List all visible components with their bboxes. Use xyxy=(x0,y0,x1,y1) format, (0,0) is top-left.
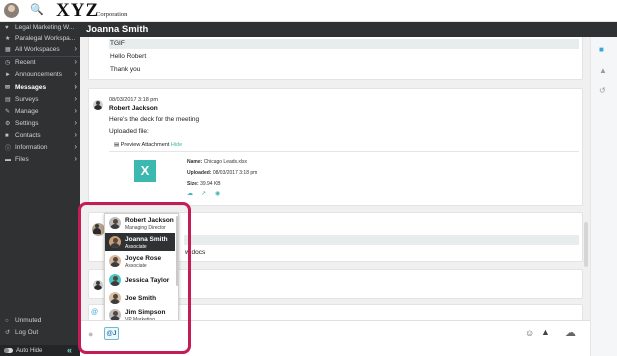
sidebar-item-logout[interactable]: ↺ Log Out xyxy=(0,327,80,338)
conversation-header: Joanna Smith xyxy=(80,22,590,37)
message-line: TGIF xyxy=(110,40,125,47)
chevron-right-icon: › xyxy=(74,130,77,139)
sidebar-item-label: Announcements xyxy=(15,71,62,78)
preview-attachment: ▤ Preview Attachment Hide xyxy=(114,142,182,148)
exit-icon[interactable]: ↺ xyxy=(599,86,606,95)
message-author: Robert Jackson xyxy=(109,105,158,112)
sidebar-item-label: Surveys xyxy=(15,96,39,103)
sidebar-item-manage[interactable]: ✎ Manage › xyxy=(0,106,80,117)
gear-icon: ⚙ xyxy=(5,121,11,127)
logo: XYZ xyxy=(56,0,100,21)
survey-icon: ▤ xyxy=(5,97,11,103)
file-size: Size: 39.94 KB xyxy=(187,181,221,187)
sidebar-item-label: Log Out xyxy=(15,329,39,336)
video-icon[interactable]: ■ xyxy=(599,45,604,54)
sidebar-item-label: Settings xyxy=(15,120,39,127)
sidebar: ♥ Legal Marketing W... ★ Paralegal Works… xyxy=(0,22,80,356)
document-icon: ▤ xyxy=(114,142,120,148)
message-text: Here's the deck for the meeting xyxy=(109,116,200,123)
sidebar-item-all-workspaces[interactable]: ▦ All Workspaces › xyxy=(0,44,80,55)
sidebar-item-label: Contacts xyxy=(15,132,41,139)
hide-link[interactable]: Hide xyxy=(171,142,182,148)
bell-icon[interactable]: ▲ xyxy=(599,66,607,75)
sidebar-item-messages[interactable]: ✉ Messages › xyxy=(0,82,80,93)
sidebar-item-label: Legal Marketing W... xyxy=(15,24,75,31)
highlight-row xyxy=(184,235,579,245)
view-icon[interactable]: ◉ xyxy=(215,190,220,197)
file-name: Name: Chicago Leads.xlsx xyxy=(187,159,248,165)
sidebar-item-recent[interactable]: ◷ Recent › xyxy=(0,57,80,68)
logout-icon: ↺ xyxy=(5,330,11,336)
highlight-row xyxy=(109,39,579,49)
pencil-icon: ✎ xyxy=(5,109,11,115)
message-icon: ✉ xyxy=(5,85,11,91)
sidebar-item-files[interactable]: ▬ Files › xyxy=(0,154,80,165)
star-icon: ★ xyxy=(5,36,11,42)
clock-icon: ◷ xyxy=(5,60,11,66)
sidebar-item-contacts[interactable]: ■ Contacts › xyxy=(0,130,80,141)
top-bar: 🔍 XYZ Corporation xyxy=(0,0,617,22)
sidebar-item-label: Manage xyxy=(15,108,39,115)
collapse-sidebar-icon[interactable]: « xyxy=(67,345,72,355)
sidebar-item-surveys[interactable]: ▤ Surveys › xyxy=(0,94,80,105)
uploaded-label: Uploaded file: xyxy=(109,128,149,135)
chevron-right-icon: › xyxy=(74,69,77,78)
message-line: Thank you xyxy=(110,66,141,73)
sidebar-item-legal-marketing[interactable]: ♥ Legal Marketing W... xyxy=(0,22,80,33)
chevron-right-icon: › xyxy=(74,106,77,115)
excel-file-icon[interactable]: X xyxy=(134,160,156,182)
feed-scrollbar[interactable] xyxy=(584,222,588,267)
auto-hide-toggle[interactable] xyxy=(4,348,13,353)
share-icon[interactable]: ↗ xyxy=(201,190,206,197)
folder-icon: ▬ xyxy=(5,156,11,163)
preview-attachment-label: Preview Attachment xyxy=(120,142,170,148)
logo-subtitle: Corporation xyxy=(96,11,128,18)
right-rail: ■ ▲ ↺ xyxy=(590,37,617,356)
page-title: Joanna Smith xyxy=(86,24,149,35)
header-right xyxy=(590,22,617,37)
message-card: 08/03/2017 3:18 pm Robert Jackson Here's… xyxy=(88,88,583,206)
info-icon: ⓘ xyxy=(5,146,12,152)
heart-icon: ♥ xyxy=(5,24,9,31)
sidebar-item-paralegal[interactable]: ★ Paralegal Workspa... xyxy=(0,33,80,44)
bell-icon: ○ xyxy=(5,317,9,324)
sidebar-item-label: Messages xyxy=(15,84,47,91)
chevron-right-icon: › xyxy=(74,82,77,91)
auto-hide-label: Auto Hide xyxy=(16,347,43,354)
divider xyxy=(109,151,579,152)
search-icon[interactable]: 🔍 xyxy=(30,3,44,16)
megaphone-icon: ► xyxy=(5,71,11,78)
user-avatar[interactable] xyxy=(4,3,19,18)
sidebar-item-settings[interactable]: ⚙ Settings › xyxy=(0,118,80,129)
sidebar-item-announcements[interactable]: ► Announcements › xyxy=(0,69,80,80)
emoji-icon[interactable]: ☺ xyxy=(525,328,534,338)
app-window: 🔍 XYZ Corporation ♥ Legal Marketing W...… xyxy=(0,0,617,356)
message-card: TGIF Hello Robert Thank you xyxy=(88,37,583,80)
message-date: 08/03/2017 3:18 pm xyxy=(109,97,158,103)
alert-icon[interactable]: ▲ xyxy=(541,327,550,337)
upload-cloud-icon[interactable]: ☁ xyxy=(565,326,576,339)
auto-hide-bar: Auto Hide « xyxy=(0,345,80,356)
sidebar-item-information[interactable]: ⓘ Information › xyxy=(0,142,80,153)
sidebar-item-label: Unmuted xyxy=(15,317,42,324)
chevron-right-icon: › xyxy=(74,118,77,127)
sidebar-item-label: Files xyxy=(15,156,29,163)
sidebar-item-label: All Workspaces xyxy=(15,46,60,53)
chevron-right-icon: › xyxy=(74,154,77,163)
avatar xyxy=(93,100,103,110)
sidebar-item-unmuted[interactable]: ○ Unmuted xyxy=(0,315,80,326)
chevron-right-icon: › xyxy=(74,57,77,66)
highlight-annotation xyxy=(78,202,191,354)
message-line: Hello Robert xyxy=(110,53,147,60)
grid-icon: ▦ xyxy=(5,47,11,53)
download-icon[interactable]: ☁ xyxy=(187,190,193,197)
chevron-right-icon: › xyxy=(74,94,77,103)
contacts-icon: ■ xyxy=(5,132,9,139)
sidebar-item-label: Paralegal Workspa... xyxy=(15,35,76,42)
file-uploaded: Uploaded: 08/03/2017 3:18 pm xyxy=(187,170,258,176)
sidebar-item-label: Information xyxy=(15,144,48,151)
chevron-right-icon: › xyxy=(74,142,77,151)
sidebar-item-label: Recent xyxy=(15,59,36,66)
chevron-right-icon: › xyxy=(74,44,77,53)
